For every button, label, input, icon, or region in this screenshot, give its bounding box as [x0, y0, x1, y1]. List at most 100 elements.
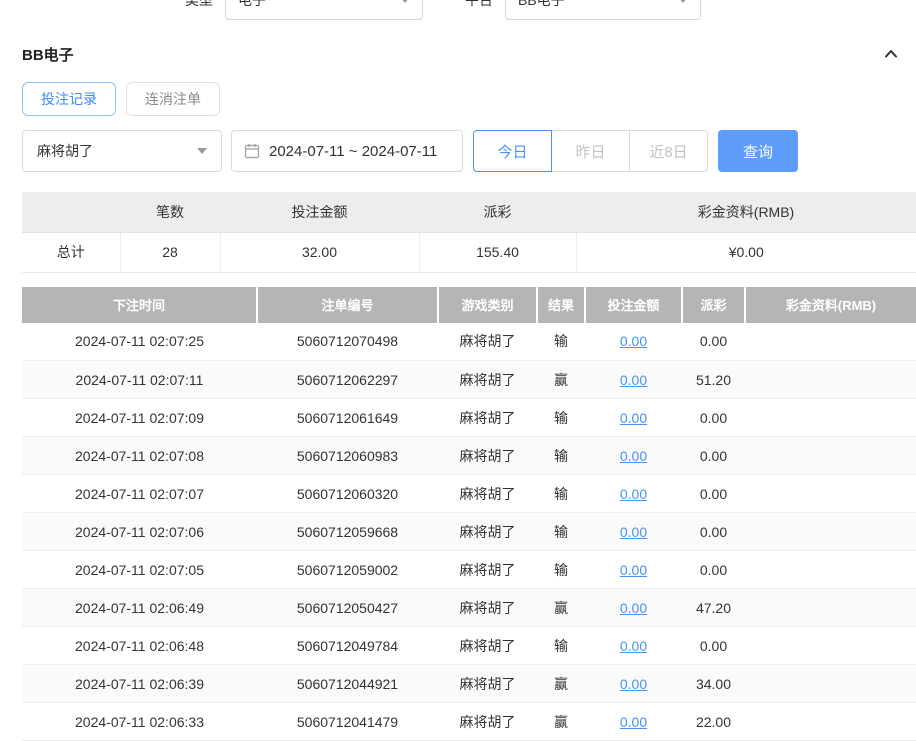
records-body: 2024-07-11 02:07:25 5060712070498 麻将胡了 输… — [22, 323, 916, 741]
bet-amount-link[interactable]: 0.00 — [620, 714, 647, 730]
summary-header-row: 笔数 投注金额 派彩 彩金资料(RMB) — [22, 192, 916, 232]
record-result: 赢 — [537, 665, 585, 703]
table-row: 2024-07-11 02:07:09 5060712061649 麻将胡了 输… — [22, 399, 916, 437]
caret-down-icon — [400, 0, 410, 3]
bet-amount-link[interactable]: 0.00 — [620, 676, 647, 692]
record-game: 麻将胡了 — [438, 399, 537, 437]
record-bonus — [745, 399, 916, 437]
record-payout: 0.00 — [682, 513, 745, 551]
record-time: 2024-07-11 02:06:48 — [22, 627, 257, 665]
section-header: BB电子 — [0, 42, 916, 66]
record-order-id: 5060712049784 — [257, 627, 438, 665]
record-game: 麻将胡了 — [438, 361, 537, 399]
record-payout: 0.00 — [682, 437, 745, 475]
record-payout: 22.00 — [682, 703, 745, 741]
record-order-id: 5060712061649 — [257, 399, 438, 437]
record-type-tabs: 投注记录 连消注单 — [22, 82, 894, 116]
platform-select-value: BB电子 — [518, 0, 565, 10]
record-game: 麻将胡了 — [438, 703, 537, 741]
record-bet-amount-cell: 0.00 — [585, 665, 682, 703]
record-bonus — [745, 361, 916, 399]
tab-bet-records[interactable]: 投注记录 — [22, 82, 116, 116]
record-payout: 0.00 — [682, 551, 745, 589]
records-header-bonus: 彩金资料(RMB) — [745, 287, 916, 323]
record-result: 赢 — [537, 703, 585, 741]
record-result: 输 — [537, 323, 585, 361]
records-header-order-id: 注单编号 — [257, 287, 438, 323]
type-select-value: 电子 — [238, 0, 266, 10]
summary-total-bonus: ¥0.00 — [576, 232, 916, 272]
bet-amount-link[interactable]: 0.00 — [620, 410, 647, 426]
record-bet-amount-cell: 0.00 — [585, 551, 682, 589]
record-game: 麻将胡了 — [438, 475, 537, 513]
summary-total-label: 总计 — [22, 232, 120, 272]
record-bonus — [745, 475, 916, 513]
record-bonus — [745, 703, 916, 741]
bet-amount-link[interactable]: 0.00 — [620, 333, 647, 349]
table-row: 2024-07-11 02:07:11 5060712062297 麻将胡了 赢… — [22, 361, 916, 399]
date-range-input[interactable]: 2024-07-11 ~ 2024-07-11 — [231, 130, 463, 172]
type-select[interactable]: 电子 — [225, 0, 423, 20]
record-bonus — [745, 551, 916, 589]
bet-amount-link[interactable]: 0.00 — [620, 600, 647, 616]
quick-range-today-button[interactable]: 今日 — [473, 130, 552, 172]
record-bonus — [745, 323, 916, 361]
record-game: 麻将胡了 — [438, 513, 537, 551]
record-order-id: 5060712059668 — [257, 513, 438, 551]
summary-table: 笔数 投注金额 派彩 彩金资料(RMB) 总计 28 32.00 155.40 … — [22, 192, 916, 273]
platform-select[interactable]: BB电子 — [505, 0, 701, 20]
records-header-bet-amount: 投注金额 — [585, 287, 682, 323]
table-row: 2024-07-11 02:07:08 5060712060983 麻将胡了 输… — [22, 437, 916, 475]
bet-amount-link[interactable]: 0.00 — [620, 486, 647, 502]
table-row: 2024-07-11 02:06:49 5060712050427 麻将胡了 赢… — [22, 589, 916, 627]
filter-bar: 麻将胡了 2024-07-11 ~ 2024-07-11 今日 昨日 近8日 查… — [22, 130, 894, 172]
bet-amount-link[interactable]: 0.00 — [620, 562, 647, 578]
record-order-id: 5060712062297 — [257, 361, 438, 399]
record-result: 输 — [537, 551, 585, 589]
caret-down-icon — [197, 148, 207, 154]
search-button[interactable]: 查询 — [718, 130, 798, 172]
table-row: 2024-07-11 02:07:05 5060712059002 麻将胡了 输… — [22, 551, 916, 589]
quick-range-last8days-button[interactable]: 近8日 — [629, 130, 708, 172]
quick-range-yesterday-button[interactable]: 昨日 — [551, 130, 630, 172]
record-payout: 0.00 — [682, 399, 745, 437]
table-row: 2024-07-11 02:07:07 5060712060320 麻将胡了 输… — [22, 475, 916, 513]
record-bonus — [745, 589, 916, 627]
bet-amount-link[interactable]: 0.00 — [620, 638, 647, 654]
chevron-up-icon — [882, 45, 900, 63]
game-select[interactable]: 麻将胡了 — [22, 130, 222, 172]
collapse-button[interactable] — [880, 43, 902, 65]
record-order-id: 5060712060983 — [257, 437, 438, 475]
top-filter-row: 类型 电子 平台 BB电子 — [0, 0, 916, 22]
record-time: 2024-07-11 02:07:25 — [22, 323, 257, 361]
record-game: 麻将胡了 — [438, 665, 537, 703]
record-payout: 34.00 — [682, 665, 745, 703]
tab-cancelled-orders[interactable]: 连消注单 — [126, 82, 220, 116]
record-bet-amount-cell: 0.00 — [585, 703, 682, 741]
bet-amount-link[interactable]: 0.00 — [620, 448, 647, 464]
bet-amount-link[interactable]: 0.00 — [620, 524, 647, 540]
record-result: 输 — [537, 437, 585, 475]
record-bonus — [745, 627, 916, 665]
summary-header-blank — [22, 192, 120, 232]
record-bet-amount-cell: 0.00 — [585, 399, 682, 437]
record-bet-amount-cell: 0.00 — [585, 513, 682, 551]
record-payout: 51.20 — [682, 361, 745, 399]
bet-amount-link[interactable]: 0.00 — [620, 372, 647, 388]
record-result: 输 — [537, 513, 585, 551]
record-game: 麻将胡了 — [438, 323, 537, 361]
record-order-id: 5060712059002 — [257, 551, 438, 589]
record-bet-amount-cell: 0.00 — [585, 361, 682, 399]
summary-header-bonus: 彩金资料(RMB) — [576, 192, 916, 232]
record-bet-amount-cell: 0.00 — [585, 627, 682, 665]
records-header-row: 下注时间 注单编号 游戏类别 结果 投注金额 派彩 彩金资料(RMB) — [22, 287, 916, 323]
summary-total-count: 28 — [120, 232, 220, 272]
summary-header-count: 笔数 — [120, 192, 220, 232]
record-bet-amount-cell: 0.00 — [585, 437, 682, 475]
record-time: 2024-07-11 02:07:11 — [22, 361, 257, 399]
table-row: 2024-07-11 02:07:25 5060712070498 麻将胡了 输… — [22, 323, 916, 361]
date-range-value: 2024-07-11 ~ 2024-07-11 — [269, 143, 437, 160]
record-result: 赢 — [537, 589, 585, 627]
record-order-id: 5060712050427 — [257, 589, 438, 627]
game-select-value: 麻将胡了 — [37, 141, 93, 161]
